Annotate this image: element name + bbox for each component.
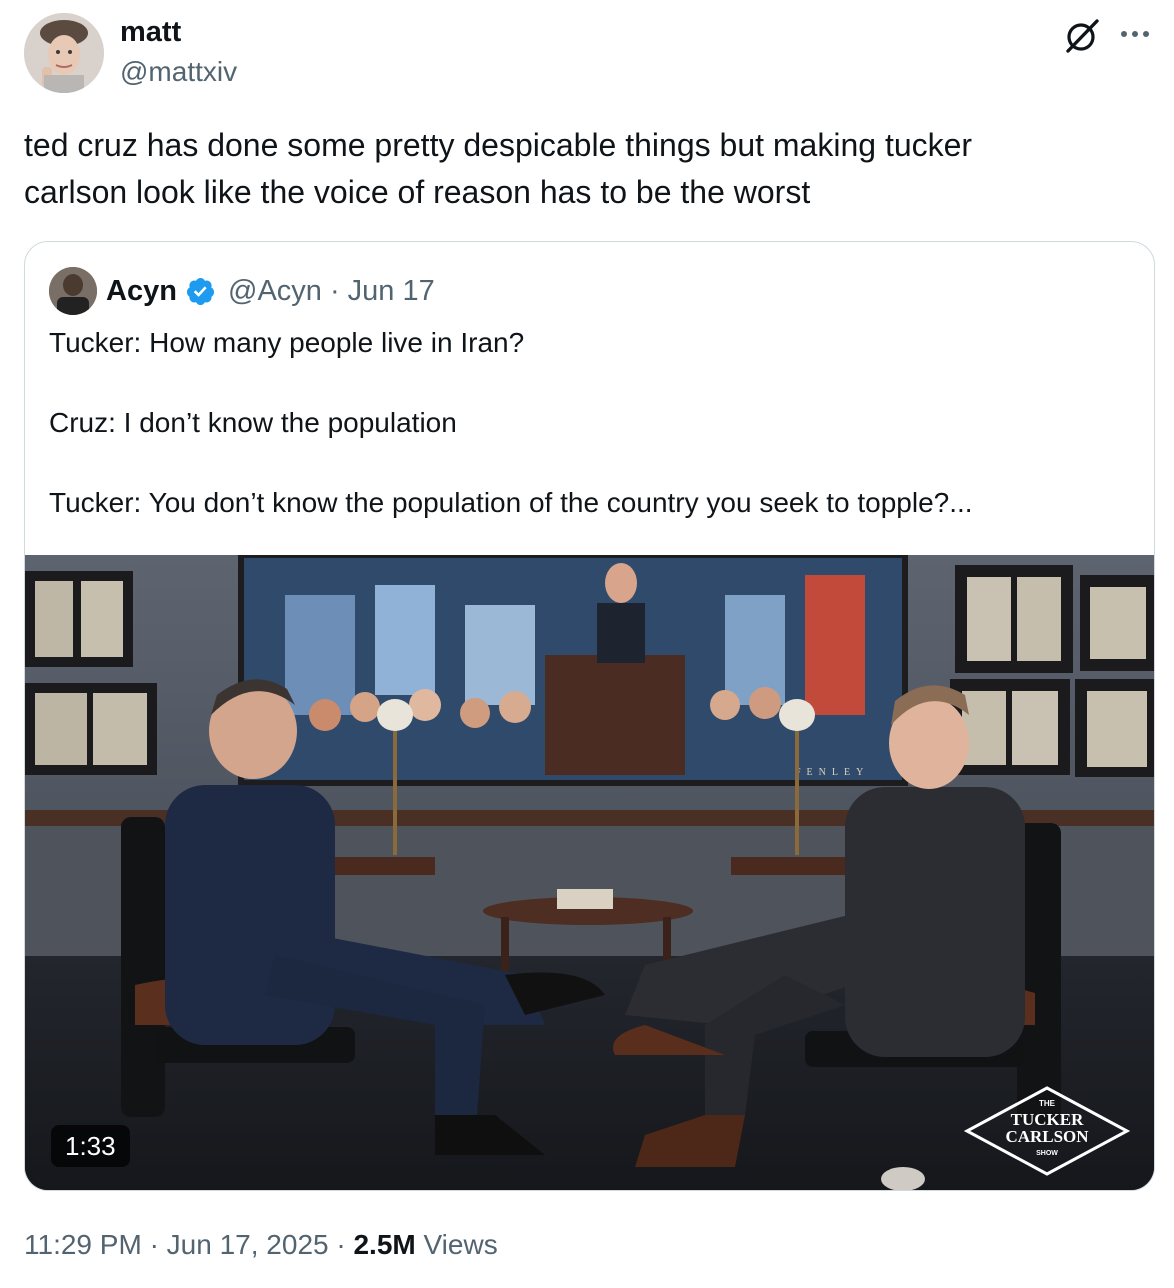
logo-line-1: THE <box>1039 1099 1056 1108</box>
separator: · <box>336 1229 346 1260</box>
verified-badge-icon <box>185 276 216 307</box>
views-count[interactable]: 2.5M <box>353 1229 415 1260</box>
author-avatar[interactable] <box>24 13 104 93</box>
tweet-text: ted cruz has done some pretty despicable… <box>24 127 973 210</box>
quoted-handle-date[interactable]: @Acyn · Jun 17 <box>228 275 435 308</box>
quoted-author-avatar[interactable] <box>49 267 97 315</box>
video-duration: 1:33 <box>51 1125 130 1167</box>
quoted-tweet-text: Tucker: How many people live in Iran? Cr… <box>49 327 973 518</box>
author-handle[interactable]: @mattxiv <box>120 56 237 88</box>
tweet: matt @mattxiv ted cruz has done some pre… <box>0 0 1174 1288</box>
tweet-footer: 11:29 PM · Jun 17, 2025 · 2.5M Views <box>24 1229 498 1261</box>
logo-line-4: SHOW <box>1036 1150 1058 1157</box>
logo-line-3: CARLSON <box>1005 1127 1089 1146</box>
video-player[interactable]: FENLEY 1:33 THE TUCKER CARLSON SHOW <box>25 555 1154 1190</box>
author-name[interactable]: matt <box>120 16 181 49</box>
more-icon[interactable] <box>1118 22 1152 46</box>
quoted-author-name[interactable]: Acyn <box>106 275 177 308</box>
painting-signature: FENLEY <box>795 767 869 778</box>
separator: · <box>149 1229 159 1260</box>
grok-icon[interactable] <box>1064 18 1100 54</box>
tweet-date[interactable]: Jun 17, 2025 <box>167 1229 329 1260</box>
quoted-tweet[interactable]: Acyn @Acyn · Jun 17 Tucker: How many peo… <box>24 241 1155 1191</box>
views-label: Views <box>423 1229 498 1260</box>
tucker-carlson-show-logo: THE TUCKER CARLSON SHOW <box>962 1085 1132 1177</box>
tweet-time[interactable]: 11:29 PM <box>24 1229 142 1260</box>
